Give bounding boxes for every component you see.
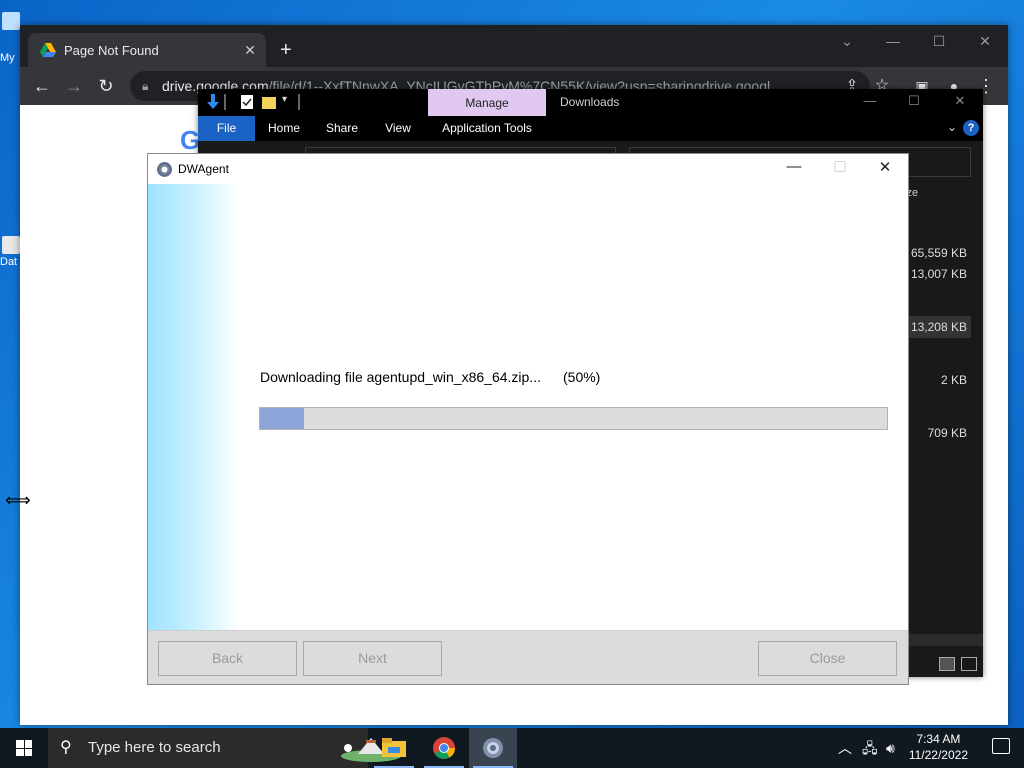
taskbar-search[interactable]: ⚲ Type here to search <box>48 728 401 768</box>
notification-icon[interactable] <box>992 738 1010 754</box>
download-status-text: Downloading file agentupd_win_x86_64.zip… <box>260 369 541 385</box>
clock-date: 11/22/2022 <box>908 748 968 762</box>
chrome-icon <box>433 737 455 759</box>
file-size: 709 KB <box>927 426 967 440</box>
minimize-button[interactable]: — <box>850 93 890 108</box>
chrome-tab-strip: Page Not Found ✕ + ⌄ — ☐ ✕ <box>20 25 1008 67</box>
download-arrow-icon <box>207 94 219 109</box>
maximize-button[interactable]: ☐ <box>916 25 962 57</box>
separator <box>298 94 300 110</box>
volume-icon[interactable]: 🔊︎ <box>886 728 895 768</box>
desktop-icon-data[interactable]: Dat <box>0 236 22 268</box>
desktop-icon-label: My <box>0 52 15 64</box>
back-arrow-icon[interactable]: ← <box>30 74 54 98</box>
file-size: 2 KB <box>940 373 967 387</box>
search-placeholder: Type here to search <box>88 739 221 756</box>
explorer-titlebar: ▾ Manage Downloads — ☐ ✕ <box>198 89 983 116</box>
tab-share[interactable]: Share <box>318 116 366 141</box>
browser-tab[interactable]: Page Not Found ✕ <box>28 33 266 67</box>
tab-title: Page Not Found <box>64 42 159 58</box>
tab-manage[interactable]: Manage <box>428 89 546 116</box>
progress-fill <box>260 408 304 429</box>
dwagent-titlebar: DWAgent — ☐ ✕ <box>148 154 908 184</box>
new-folder-icon[interactable] <box>262 94 276 110</box>
tab-search-icon[interactable]: ⌄ <box>824 25 870 57</box>
desktop-icon-label: Dat <box>0 256 18 268</box>
tab-home[interactable]: Home <box>260 116 308 141</box>
tab-close-icon[interactable]: ✕ <box>240 42 260 59</box>
clock[interactable]: 7:34 AM 11/22/2022 <box>909 731 968 763</box>
tab-file[interactable]: File <box>198 116 255 141</box>
tab-application-tools[interactable]: Application Tools <box>432 116 542 141</box>
close-button[interactable]: ✕ <box>940 93 980 109</box>
windows-logo-icon <box>16 740 32 756</box>
next-button[interactable]: Next <box>303 641 442 676</box>
dialog-footer: Back Next Close <box>148 630 908 684</box>
start-button[interactable] <box>0 728 48 768</box>
computer-icon <box>2 12 20 30</box>
file-size: 13,208 KB <box>906 316 971 338</box>
new-tab-button[interactable]: + <box>280 39 292 62</box>
search-icon: ⚲ <box>60 739 72 756</box>
taskbar-file-explorer[interactable] <box>370 728 418 768</box>
separator <box>224 94 226 110</box>
large-icons-view-icon[interactable] <box>961 657 977 671</box>
back-button[interactable]: Back <box>158 641 297 676</box>
clock-time: 7:34 AM <box>916 732 961 746</box>
taskbar-dwagent[interactable] <box>469 728 517 768</box>
maximize-button: ☐ <box>833 159 847 176</box>
side-banner <box>148 184 240 631</box>
tab-view[interactable]: View <box>374 116 422 141</box>
taskbar-chrome[interactable] <box>420 728 468 768</box>
minimize-button[interactable]: — <box>774 158 814 175</box>
file-size: 13,007 KB <box>910 267 967 281</box>
minimize-button[interactable]: — <box>870 25 916 57</box>
help-icon[interactable]: ? <box>963 120 979 136</box>
file-size: 65,559 KB <box>910 246 967 260</box>
details-view-icon[interactable] <box>939 657 955 671</box>
download-percent: (50%) <box>563 369 601 385</box>
network-icon[interactable]: 🖧︎ <box>862 728 878 768</box>
lock-icon: 🔒︎ <box>142 79 149 93</box>
ribbon-tabs: File Home Share View Application Tools ⌄… <box>198 116 983 141</box>
properties-check-icon[interactable] <box>240 94 254 110</box>
explorer-title: Downloads <box>560 95 620 109</box>
folder-icon <box>382 738 406 757</box>
dwagent-gear-icon <box>157 162 172 177</box>
show-hidden-icons-chevron-icon[interactable]: ︿ <box>838 728 852 768</box>
horizontal-scrollbar[interactable] <box>904 634 983 646</box>
taskbar: ⚲ Type here to search ︿ 🖧︎ 🔊︎ 7:34 AM 11… <box>0 728 1024 768</box>
download-progress-bar <box>259 407 888 430</box>
close-button[interactable]: ✕ <box>962 25 1008 57</box>
maximize-button[interactable]: ☐ <box>894 93 934 109</box>
close-button[interactable]: ✕ <box>865 158 905 176</box>
google-drive-icon <box>40 43 56 57</box>
forward-arrow-icon[interactable]: → <box>62 74 86 98</box>
resize-cursor-icon: ⟺ <box>5 490 31 510</box>
gear-icon <box>483 738 503 758</box>
view-switcher <box>939 657 977 671</box>
desktop-icon-my[interactable]: My <box>0 12 22 64</box>
reload-icon[interactable]: ↻ <box>94 74 118 98</box>
quick-access-dropdown-icon[interactable]: ▾ <box>282 94 296 110</box>
close-dialog-button[interactable]: Close <box>758 641 897 676</box>
folder-icon <box>2 236 20 254</box>
dwagent-dialog: DWAgent — ☐ ✕ Downloading file agentupd_… <box>147 153 909 685</box>
chevron-down-icon[interactable]: ⌄ <box>947 120 957 134</box>
dialog-title: DWAgent <box>178 162 229 176</box>
